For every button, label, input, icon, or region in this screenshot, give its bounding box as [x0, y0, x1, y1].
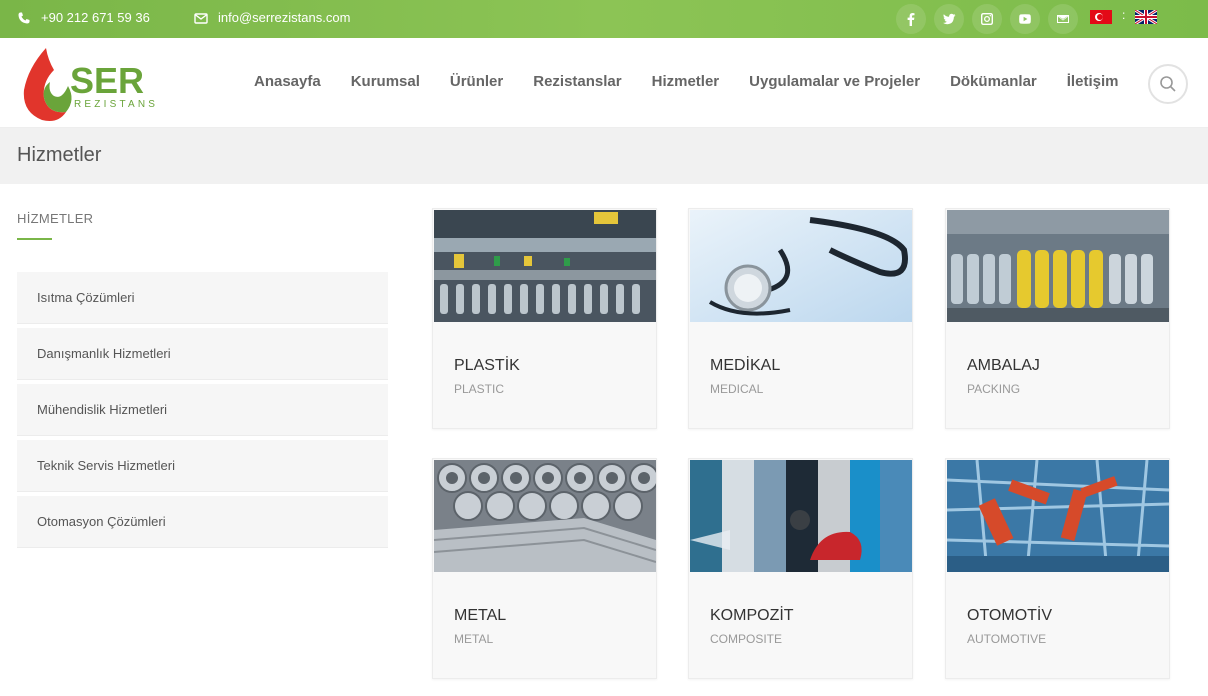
english-flag-icon[interactable]: [1135, 10, 1158, 24]
site-header: SER REZISTANS Anasayfa Kurumsal Ürünler …: [0, 38, 1208, 128]
social-links: [896, 4, 1078, 34]
card-title[interactable]: AMBALAJ: [967, 357, 1040, 375]
page-title-bar: Hizmetler: [0, 128, 1208, 184]
nav-dokumanlar[interactable]: Dökümanlar: [950, 73, 1037, 90]
envelope-icon: [194, 12, 208, 24]
search-button[interactable]: [1148, 64, 1188, 104]
composite-image[interactable]: [690, 460, 912, 572]
sidebar-item-danismanlik[interactable]: Danışmanlık Hizmetleri: [17, 328, 388, 380]
card-title[interactable]: MEDİKAL: [710, 357, 780, 375]
sidebar-item-otomasyon[interactable]: Otomasyon Çözümleri: [17, 496, 388, 548]
automotive-image[interactable]: [947, 460, 1169, 572]
metal-image[interactable]: [434, 460, 656, 572]
plastic-image[interactable]: [434, 210, 656, 322]
sidebar-menu: Isıtma Çözümleri Danışmanlık Hizmetleri …: [17, 272, 388, 552]
nav-urunler[interactable]: Ürünler: [450, 73, 503, 90]
email-address[interactable]: info@serrezistans.com: [218, 10, 350, 25]
sidebar-item-isitma[interactable]: Isıtma Çözümleri: [17, 272, 388, 324]
sidebar-title: HİZMETLER: [17, 211, 94, 226]
svg-text:REZISTANS: REZISTANS: [74, 99, 158, 110]
card-title[interactable]: METAL: [454, 607, 506, 625]
nav-anasayfa[interactable]: Anasayfa: [254, 73, 321, 90]
ser-rezistans-logo[interactable]: SER REZISTANS: [18, 46, 178, 122]
service-card-medical[interactable]: MEDİKAL MEDICAL: [688, 208, 913, 429]
service-card-metal[interactable]: METAL METAL: [432, 458, 657, 679]
page-title: Hizmetler: [17, 144, 102, 166]
packing-image[interactable]: [947, 210, 1169, 322]
search-icon: [1160, 76, 1176, 92]
card-subtitle: PACKING: [967, 382, 1021, 396]
nav-kurumsal[interactable]: Kurumsal: [351, 73, 420, 90]
service-card-automotive[interactable]: OTOMOTİV AUTOMOTIVE: [945, 458, 1170, 679]
card-title[interactable]: KOMPOZİT: [710, 607, 794, 625]
twitter-icon[interactable]: [934, 4, 964, 34]
sidebar-item-teknik-servis[interactable]: Teknik Servis Hizmetleri: [17, 440, 388, 492]
phone-number[interactable]: +90 212 671 59 36: [41, 10, 150, 25]
card-subtitle: PLASTIC: [454, 382, 505, 396]
mail-icon[interactable]: [1048, 4, 1078, 34]
nav-hizmetler[interactable]: Hizmetler: [652, 73, 720, 90]
sidebar-item-muhendislik[interactable]: Mühendislik Hizmetleri: [17, 384, 388, 436]
card-title[interactable]: OTOMOTİV: [967, 607, 1052, 625]
card-title[interactable]: PLASTİK: [454, 357, 520, 375]
service-card-plastic[interactable]: PLASTİK PLASTIC: [432, 208, 657, 429]
phone-icon: [18, 12, 30, 23]
sidebar-title-underline: [17, 238, 52, 240]
instagram-icon[interactable]: [972, 4, 1002, 34]
language-switcher: :: [1090, 8, 1158, 24]
service-card-packing[interactable]: AMBALAJ PACKING: [945, 208, 1170, 429]
top-bar: +90 212 671 59 36 info@serrezistans.com …: [0, 0, 1208, 38]
service-card-composite[interactable]: KOMPOZİT COMPOSITE: [688, 458, 913, 679]
main-navigation: Anasayfa Kurumsal Ürünler Rezistanslar H…: [254, 73, 1148, 90]
language-separator: :: [1122, 8, 1126, 22]
facebook-icon[interactable]: [896, 4, 926, 34]
card-subtitle: COMPOSITE: [710, 632, 783, 646]
youtube-icon[interactable]: [1010, 4, 1040, 34]
email-contact[interactable]: info@serrezistans.com: [194, 10, 350, 25]
nav-uygulamalar[interactable]: Uygulamalar ve Projeler: [749, 73, 920, 90]
card-subtitle: MEDICAL: [710, 382, 764, 396]
nav-rezistanslar[interactable]: Rezistanslar: [533, 73, 621, 90]
turkish-flag-icon[interactable]: [1090, 10, 1112, 24]
card-subtitle: METAL: [454, 632, 494, 646]
phone-contact[interactable]: +90 212 671 59 36: [17, 10, 150, 25]
medical-image[interactable]: [690, 210, 912, 322]
card-subtitle: AUTOMOTIVE: [967, 632, 1047, 646]
svg-text:SER: SER: [70, 60, 144, 101]
nav-iletisim[interactable]: İletişim: [1067, 73, 1119, 90]
